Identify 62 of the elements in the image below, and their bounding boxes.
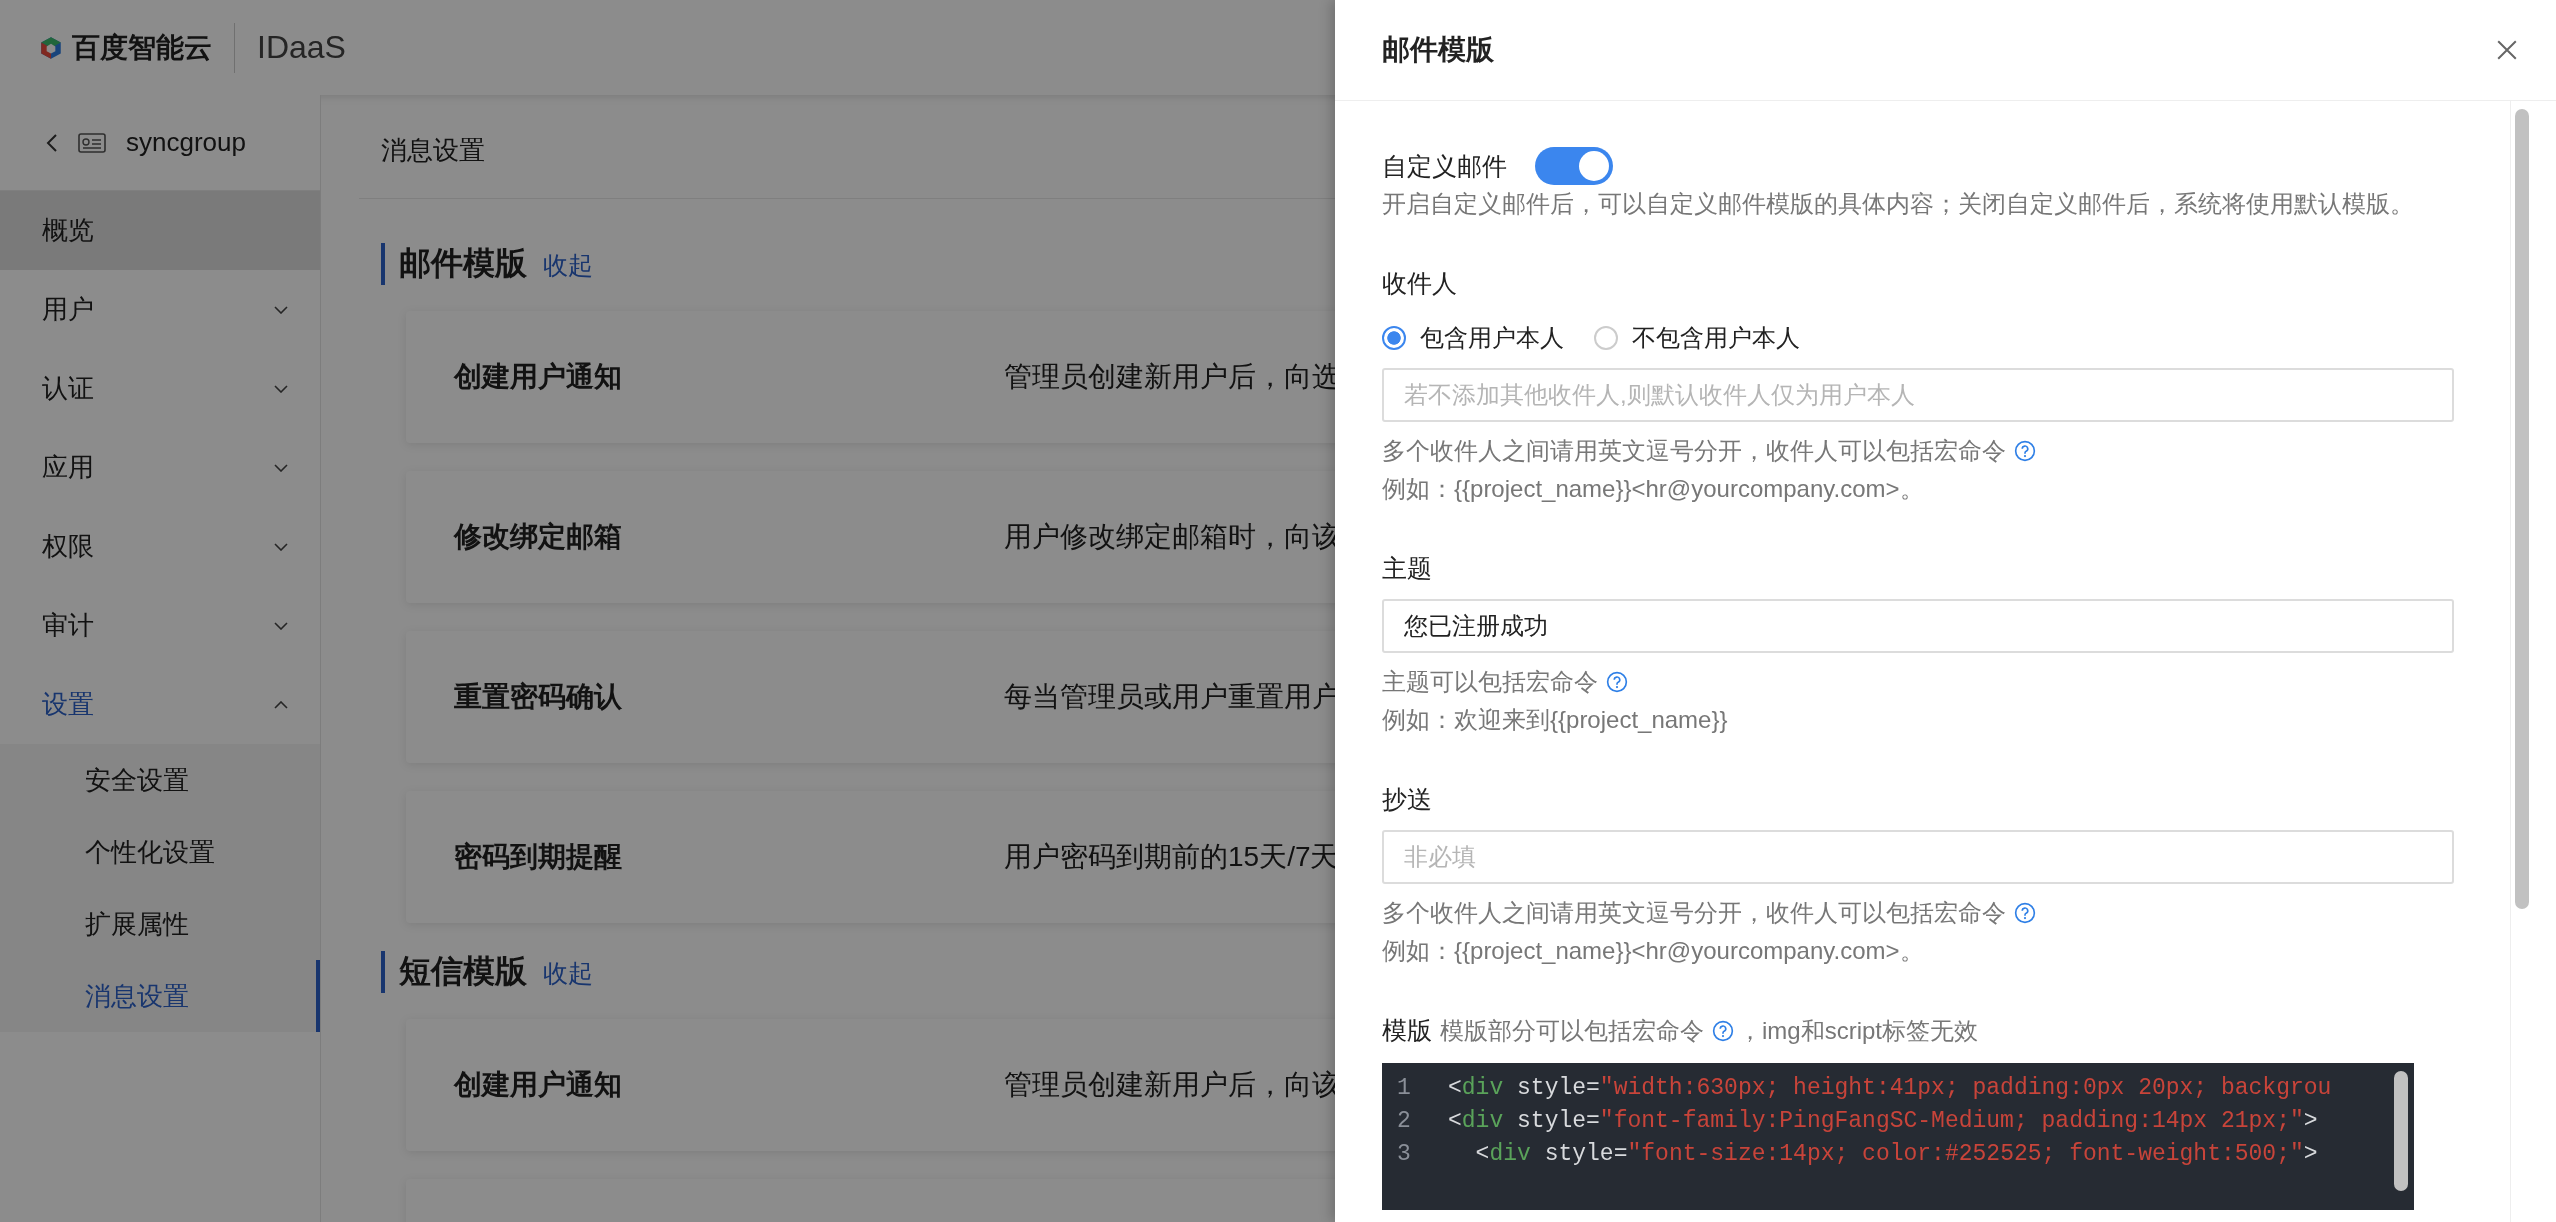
help-icon[interactable] [1606, 671, 1628, 693]
logo-text: 百度智能云 [72, 30, 212, 65]
help-text: 多个收件人之间请用英文逗号分开，收件人可以包括宏命令 [1382, 436, 2006, 466]
help-icon[interactable] [2014, 902, 2036, 924]
nav-item[interactable]: 应用 [0, 428, 320, 507]
example-text: 例如：欢迎来到{{project_name}} [1382, 705, 1729, 735]
field-label: 抄送 [1382, 784, 1433, 815]
template-name: 修改绑定邮箱 [454, 520, 623, 554]
back-icon[interactable] [46, 132, 58, 153]
line-number: 1 [1396, 1074, 1412, 1101]
product-name: IDaaS [257, 29, 346, 66]
help-icon[interactable] [2014, 440, 2036, 462]
nav-subitem[interactable]: 扩展属性 [0, 888, 320, 960]
chevron-down-icon [274, 621, 288, 630]
chevron-down-icon [274, 463, 288, 472]
template-description: 用户密码到期前的15天/7天 [1004, 840, 1339, 874]
template-name: 密码到期提醒 [454, 840, 623, 874]
section-title: 邮件模版 [399, 244, 527, 283]
scrollbar[interactable] [2515, 109, 2529, 909]
cc-field[interactable]: 非必填 [1382, 830, 2454, 884]
nav-subitem[interactable]: 消息设置 [0, 960, 320, 1032]
radio-option[interactable]: 不包含用户本人 [1594, 322, 1800, 354]
code-line: <div style="width:630px; height:41px; padding:0px 20px; backgrou [1448, 1074, 2332, 1101]
help-text: 多个收件人之间请用英文逗号分开，收件人可以包括宏命令 [1382, 898, 2006, 928]
collapse-link[interactable]: 收起 [543, 953, 593, 993]
close-icon[interactable] [2496, 39, 2518, 61]
example-text: 例如：{{project_name}}<hr@yourcompany.com>。 [1382, 936, 1925, 966]
template-name: 创建用户通知 [454, 1068, 623, 1102]
nav-subitem[interactable]: 安全设置 [0, 744, 320, 816]
chevron-down-icon [274, 384, 288, 393]
drawer-title: 邮件模版 [1382, 33, 1494, 67]
code-editor[interactable]: 1 <div style="width:630px; height:41px; padding:0px 20px; backgrou 2 <div style="font-family:PingFangSC-Medium; padding:14px 21px;"> 3 <div style="font-size:14px; color:#252525; font-weight:500;"> [1382, 1063, 2414, 1210]
group-name: syncgroup [126, 127, 246, 158]
field-label: 收件人 [1382, 268, 1458, 299]
line-number: 2 [1396, 1107, 1412, 1134]
nav-item[interactable]: 审计 [0, 586, 320, 665]
recipients-field[interactable]: 若不添加其他收件人,则默认收件人仅为用户本人 [1382, 368, 2454, 422]
nav-item[interactable]: 设置 [0, 665, 320, 744]
example-text: 例如：{{project_name}}<hr@yourcompany.com>。 [1382, 474, 1925, 504]
nav-item[interactable]: 认证 [0, 349, 320, 428]
nav-item[interactable]: 用户 [0, 270, 320, 349]
nav-item[interactable]: 权限 [0, 507, 320, 586]
logo-icon [38, 34, 64, 61]
help-text: 主题可以包括宏命令 [1382, 667, 1598, 697]
radio-option[interactable]: 包含用户本人 [1382, 322, 1564, 354]
chevron-down-icon [274, 542, 288, 551]
chevron-down-icon [274, 305, 288, 314]
field-label: 主题 [1382, 553, 1433, 584]
code-line: <div style="font-family:PingFangSC-Medium; padding:14px 21px;"> [1448, 1107, 2318, 1134]
template-name: 重置密码确认 [454, 680, 623, 714]
nav-subitem[interactable]: 个性化设置 [0, 816, 320, 888]
subject-field[interactable]: 您已注册成功 [1382, 599, 2454, 653]
section-title: 短信模版 [399, 952, 527, 991]
chevron-up-icon [274, 700, 288, 709]
help-icon[interactable] [1712, 1019, 1734, 1042]
id-card-icon [78, 132, 106, 153]
template-name: 创建用户通知 [454, 360, 623, 394]
scrollbar[interactable] [2394, 1071, 2408, 1191]
nav-item[interactable]: 概览 [0, 191, 320, 270]
field-label: 自定义邮件 [1382, 150, 1507, 182]
toggle-switch[interactable] [1535, 147, 1613, 185]
collapse-link[interactable]: 收起 [543, 245, 593, 285]
